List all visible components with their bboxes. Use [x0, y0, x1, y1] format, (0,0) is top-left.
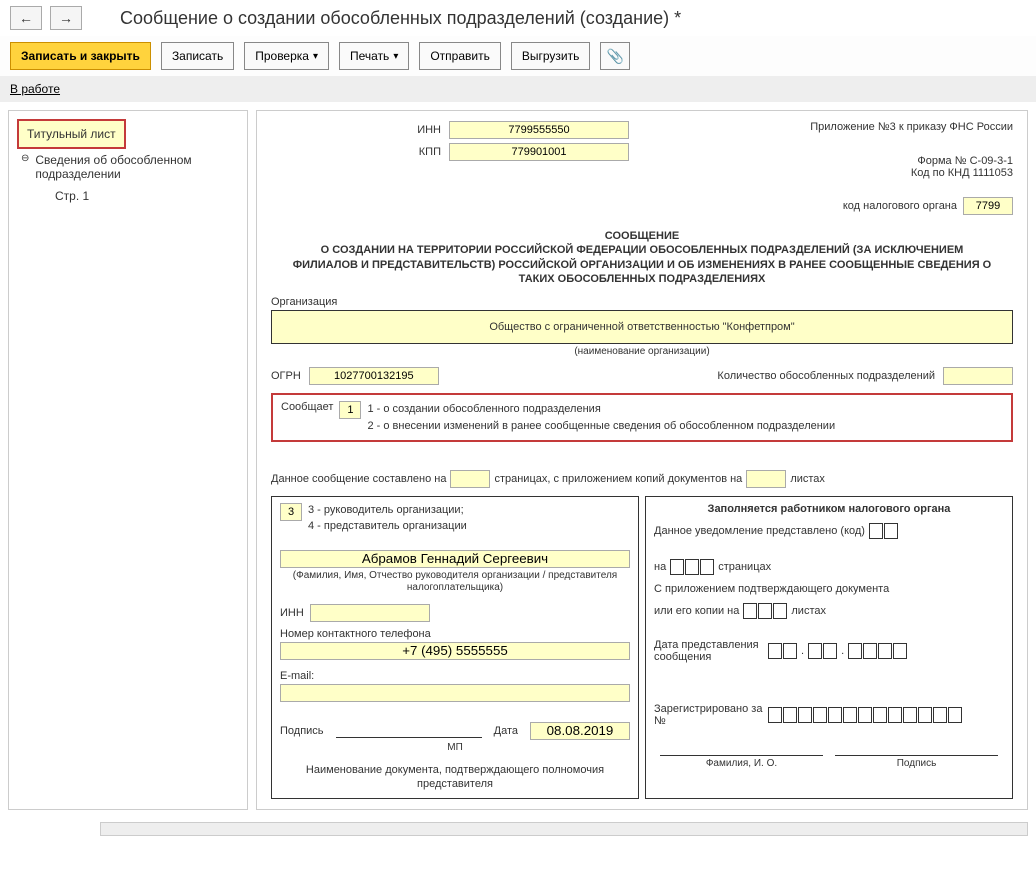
- r-text2b: страницах: [718, 561, 771, 573]
- org-name-field[interactable]: Общество с ограниченной ответственностью…: [271, 310, 1013, 344]
- signer-line2: 4 - представитель организации: [308, 519, 467, 534]
- save-button[interactable]: Записать: [161, 42, 234, 70]
- inn-field[interactable]: [449, 121, 629, 139]
- kpp-label: КПП: [401, 146, 441, 158]
- ogrn-label: ОГРН: [271, 370, 301, 382]
- app-note: Приложение №3 к приказу ФНС России: [810, 121, 1013, 133]
- report-label: Сообщает: [281, 401, 333, 413]
- sidebar-item-subdivisions[interactable]: ⊖ Сведения об обособленном подразделении: [17, 149, 239, 183]
- fio-field[interactable]: [280, 550, 630, 568]
- sidebar-item-page[interactable]: Стр. 1: [17, 189, 239, 203]
- signer-code-field[interactable]: [280, 503, 302, 521]
- signer-column: 3 - руководитель организации; 4 - предст…: [271, 496, 639, 798]
- form-content: ИНН КПП Приложение №3 к приказу ФНС Росс…: [256, 110, 1028, 810]
- signer-inn-field[interactable]: [310, 604, 430, 622]
- check-button[interactable]: Проверка: [244, 42, 329, 70]
- foot-sign: Подпись: [835, 755, 998, 769]
- knd-code: Код по КНД 1111053: [810, 167, 1013, 179]
- print-button[interactable]: Печать: [339, 42, 409, 70]
- tax-office-title: Заполняется работником налогового органа: [654, 503, 1004, 515]
- r-text3: С приложением подтверждающего документа: [654, 583, 889, 595]
- tax-office-column: Заполняется работником налогового органа…: [645, 496, 1013, 798]
- phone-field[interactable]: [280, 642, 630, 660]
- fio-caption: (Фамилия, Имя, Отчество руководителя орг…: [280, 570, 630, 594]
- report-line2: 2 - о внесении изменений в ранее сообщен…: [367, 418, 835, 435]
- rep-doc-name: Наименование документа, подтверждающего …: [280, 763, 630, 792]
- signature-line: [336, 724, 482, 738]
- r-text4b: листах: [791, 605, 826, 617]
- page-title: Сообщение о создании обособленных подраз…: [120, 8, 681, 29]
- pages-text-1: Данное сообщение составлено на: [271, 473, 446, 485]
- nav-back-button[interactable]: ←: [10, 6, 42, 30]
- sign-label: Подпись: [280, 725, 324, 737]
- r-text6: Зарегистрировано за №: [654, 703, 764, 727]
- document-title: СООБЩЕНИЕ О СОЗДАНИИ НА ТЕРРИТОРИИ РОССИ…: [291, 229, 993, 286]
- r-text2a: на: [654, 561, 666, 573]
- sidebar-item-title-page[interactable]: Титульный лист: [17, 119, 126, 149]
- export-button[interactable]: Выгрузить: [511, 42, 591, 70]
- foot-fio: Фамилия, И. О.: [660, 755, 823, 769]
- date-label: Дата: [494, 725, 518, 737]
- ogrn-field[interactable]: [309, 367, 439, 385]
- pages-count-field[interactable]: [450, 470, 490, 488]
- email-label: E-mail:: [280, 670, 314, 682]
- subdiv-count-label: Количество обособленных подразделений: [717, 370, 935, 382]
- date-field[interactable]: [530, 722, 630, 740]
- attach-pages-field[interactable]: [746, 470, 786, 488]
- status-bar: В работе: [0, 76, 1036, 102]
- signer-line1: 3 - руководитель организации;: [308, 503, 467, 518]
- phone-label: Номер контактного телефона: [280, 628, 630, 640]
- send-button[interactable]: Отправить: [419, 42, 501, 70]
- mp-label: МП: [280, 742, 630, 753]
- nav-forward-button[interactable]: →: [50, 6, 82, 30]
- inn-label: ИНН: [401, 124, 441, 136]
- org-label: Организация: [271, 296, 1013, 308]
- kpp-field[interactable]: [449, 143, 629, 161]
- report-line1: 1 - о создании обособленного подразделен…: [367, 401, 835, 418]
- tree-collapse-icon[interactable]: ⊖: [21, 153, 29, 164]
- pages-text-2: страницах, с приложением копий документо…: [494, 473, 742, 485]
- report-code-field[interactable]: [339, 401, 361, 419]
- toolbar: Записать и закрыть Записать Проверка Печ…: [0, 36, 1036, 76]
- r-text1: Данное уведомление представлено (код): [654, 525, 865, 537]
- pages-text-3: листах: [790, 473, 825, 485]
- tax-code-field[interactable]: [963, 197, 1013, 215]
- email-field[interactable]: [280, 684, 630, 702]
- report-type-box: Сообщает 1 - о создании обособленного по…: [271, 393, 1013, 442]
- form-number: Форма № С-09-3-1: [810, 155, 1013, 167]
- attach-button[interactable]: 📎: [600, 42, 630, 70]
- save-close-button[interactable]: Записать и закрыть: [10, 42, 151, 70]
- inn2-label: ИНН: [280, 607, 304, 619]
- sidebar-item-label: Сведения об обособленном подразделении: [35, 153, 239, 181]
- subdiv-count-field[interactable]: [943, 367, 1013, 385]
- tax-code-label: код налогового органа: [843, 200, 957, 212]
- r-text5: Дата представления сообщения: [654, 639, 764, 663]
- org-caption: (наименование организации): [271, 346, 1013, 357]
- status-link[interactable]: В работе: [10, 82, 60, 96]
- horizontal-scrollbar[interactable]: [100, 822, 1028, 836]
- sidebar: Титульный лист ⊖ Сведения об обособленно…: [8, 110, 248, 810]
- r-text4a: или его копии на: [654, 605, 739, 617]
